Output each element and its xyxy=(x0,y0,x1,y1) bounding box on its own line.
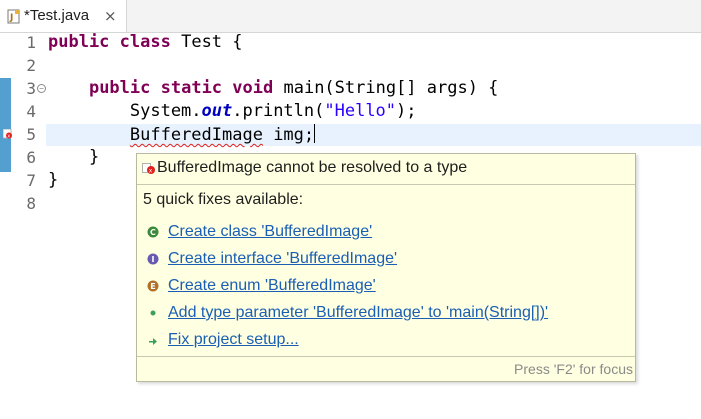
fold-collapse-icon[interactable]: − xyxy=(37,84,46,93)
quick-fix-count: 5 quick fixes available: xyxy=(143,191,304,208)
code-line-4: System.out.println("Hello"); xyxy=(48,101,417,121)
quick-fix-link[interactable]: Add type parameter 'BufferedImage' to 'm… xyxy=(168,304,548,322)
svg-text:I: I xyxy=(152,255,155,264)
quick-fix-link[interactable]: Create class 'BufferedImage' xyxy=(168,223,372,241)
line-number: 2 xyxy=(26,56,36,75)
interface-icon: I xyxy=(147,253,159,265)
svg-text:x: x xyxy=(149,168,153,175)
enum-icon: E xyxy=(147,280,159,292)
editor-tab-bar: J *Test.java × xyxy=(0,0,701,33)
code-line-5: BufferedImage img; xyxy=(129,124,316,145)
quick-fix-item[interactable]: C Create class 'BufferedImage' xyxy=(147,221,627,243)
quick-fix-item[interactable]: Fix project setup... xyxy=(147,329,627,351)
error-icon: x xyxy=(142,163,155,175)
line-number: 4 xyxy=(26,102,36,121)
svg-text:C: C xyxy=(150,228,156,237)
line-number: 1 xyxy=(26,33,36,52)
svg-text:E: E xyxy=(150,282,155,291)
code-line-3: public static void main(String[] args) { xyxy=(88,78,499,98)
tab-label: *Test.java xyxy=(24,7,90,24)
focus-hint: Press 'F2' for focus xyxy=(514,361,633,377)
fix-setup-icon xyxy=(149,338,157,345)
code-line-1: public class Test { xyxy=(48,32,243,52)
popup-footer: Press 'F2' for focus xyxy=(137,356,635,382)
line-number: 3 xyxy=(26,79,36,98)
quick-fix-item[interactable]: I Create interface 'BufferedImage' xyxy=(147,248,627,270)
tab-test-java[interactable]: J *Test.java × xyxy=(0,0,127,32)
quick-fix-link[interactable]: Create interface 'BufferedImage' xyxy=(168,250,397,268)
class-icon: C xyxy=(147,226,159,238)
code-line-6: } xyxy=(48,147,100,167)
close-icon[interactable]: × xyxy=(104,7,117,25)
quick-fix-item[interactable]: E Create enum 'BufferedImage' xyxy=(147,275,627,297)
line-number: 5 xyxy=(26,125,36,144)
error-message: BufferedImage cannot be resolved to a ty… xyxy=(157,159,468,176)
type-parameter-icon xyxy=(150,310,156,316)
quick-fix-link[interactable]: Fix project setup... xyxy=(168,331,299,349)
line-number: 8 xyxy=(26,194,36,213)
line-number: 7 xyxy=(26,171,36,190)
svg-text:x: x xyxy=(7,134,10,140)
code-line-7: } xyxy=(48,170,59,190)
java-file-icon: J xyxy=(7,9,20,24)
text-caret xyxy=(314,124,316,143)
svg-text:J: J xyxy=(9,13,13,23)
change-bar xyxy=(0,78,11,102)
quick-fix-link[interactable]: Create enum 'BufferedImage' xyxy=(168,277,376,295)
quick-fix-popup: x BufferedImage cannot be resolved to a … xyxy=(136,153,636,382)
line-number: 6 xyxy=(26,148,36,167)
quick-fix-item[interactable]: Add type parameter 'BufferedImage' to 'm… xyxy=(147,302,627,324)
popup-header: x BufferedImage cannot be resolved to a … xyxy=(137,154,635,185)
